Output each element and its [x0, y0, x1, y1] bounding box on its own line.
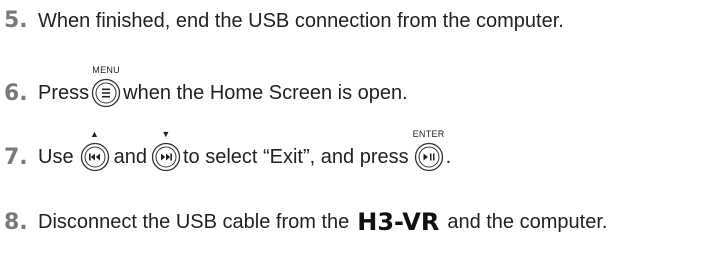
step-number: 6.: [4, 80, 28, 106]
rewind-button-icon: ▲: [80, 129, 110, 172]
step-5: 5. When finished, end the USB connection…: [0, 8, 564, 33]
step-text-and: and: [113, 146, 147, 168]
step-text-pre: Press: [38, 82, 90, 104]
step-text-end: .: [445, 146, 452, 168]
play-pause-button-icon: ENTER: [413, 129, 444, 172]
step-number: 8.: [4, 209, 28, 235]
menu-caption: MENU: [92, 65, 120, 75]
fast-forward-button-icon: ▼: [151, 129, 181, 172]
step-6: 6. Press MENU when the Home Screen is op…: [0, 65, 408, 108]
step-8: 8. Disconnect the USB cable from the H3-…: [0, 208, 607, 236]
step-text-pre: Use: [38, 146, 74, 168]
step-text-post: when the Home Screen is open.: [123, 82, 408, 104]
enter-caption: ENTER: [412, 129, 445, 139]
step-text: When finished, end the USB connection fr…: [38, 9, 564, 32]
step-text-post: and the computer.: [447, 211, 608, 233]
step-number: 5.: [4, 8, 28, 33]
step-7: 7. Use ▲ and ▼ to select “Exit”, and pre…: [0, 129, 452, 172]
step-text-mid: to select “Exit”, and press: [182, 146, 409, 168]
up-triangle-icon: ▲: [89, 129, 100, 139]
product-name: H3-VR: [357, 208, 440, 236]
down-triangle-icon: ▼: [161, 129, 171, 139]
menu-button-icon: MENU: [91, 65, 121, 108]
step-number: 7.: [4, 144, 28, 170]
step-text-pre: Disconnect the USB cable from the: [38, 211, 350, 233]
